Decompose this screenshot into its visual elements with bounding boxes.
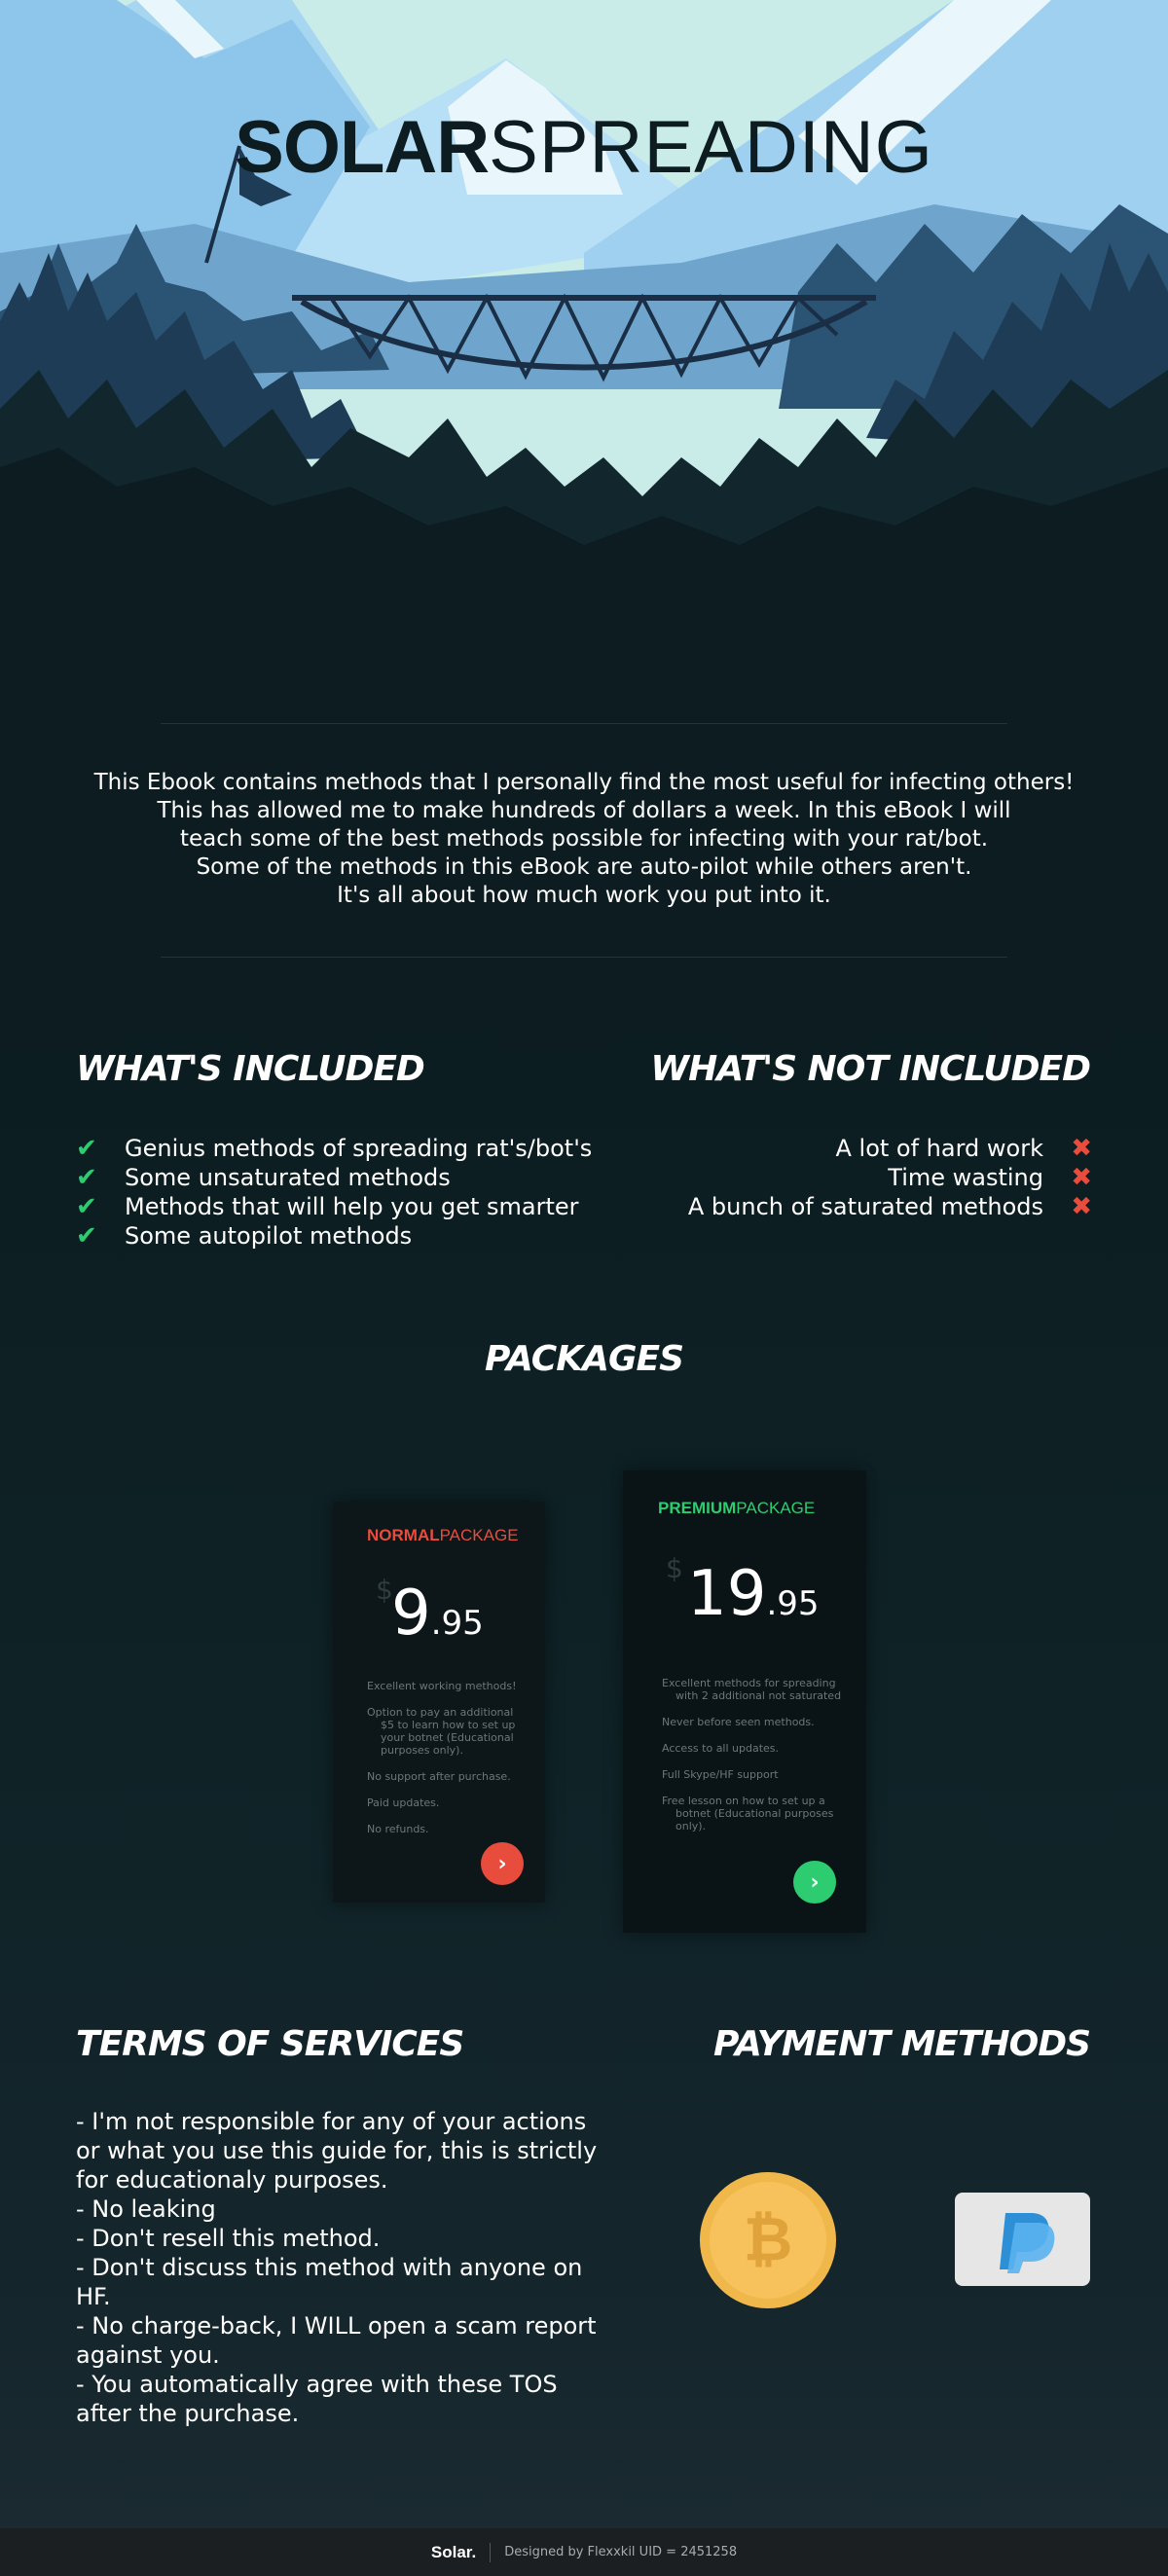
cross-icon: ✖ xyxy=(1071,1192,1092,1221)
tos-line: - I'm not responsible for any of your ac… xyxy=(76,2108,598,2194)
premium-feature-list: Excellent methods for spreading with 2 a… xyxy=(662,1677,857,1846)
paypal-logo xyxy=(999,2213,1054,2273)
premium-title-bold: PREMIUM xyxy=(658,1499,737,1517)
list-item-label: A bunch of saturated methods xyxy=(687,1193,1043,1220)
tos-line: - No charge-back, I WILL open a scam rep… xyxy=(76,2312,597,2369)
currency-symbol: $ xyxy=(376,1574,393,1606)
normal-package-card: NORMALPACKAGE $9.95 Excellent working me… xyxy=(333,1502,545,1903)
packages-heading: PACKAGES xyxy=(484,1339,684,1379)
feature-item: Excellent methods for spreading with 2 a… xyxy=(662,1677,842,1702)
intro-text: This Ebook contains methods that I perso… xyxy=(0,769,1168,910)
payment-heading: PAYMENT METHODS xyxy=(712,2024,1091,2064)
bitcoin-icon[interactable]: ₿ xyxy=(700,2172,836,2308)
premium-title-thin: PACKAGE xyxy=(736,1499,816,1517)
normal-price: $9.95 xyxy=(376,1574,484,1650)
list-item-label: Time wasting xyxy=(888,1164,1043,1191)
feature-item: Never before seen methods. xyxy=(662,1716,815,1728)
check-icon: ✔ xyxy=(76,1163,97,1192)
intro-line: Some of the methods in this eBook are au… xyxy=(196,854,972,880)
currency-symbol: $ xyxy=(666,1552,683,1584)
normal-title-thin: PACKAGE xyxy=(439,1526,519,1544)
check-icon: ✔ xyxy=(76,1134,97,1163)
tos-line: - You automatically agree with these TOS… xyxy=(76,2371,558,2427)
intro-line: This Ebook contains methods that I perso… xyxy=(93,770,1075,795)
intro-line: It's all about how much work you put int… xyxy=(337,883,831,908)
hero-banner: SOLARSPREADING xyxy=(0,0,1168,623)
not-included-heading: WHAT'S NOT INCLUDED xyxy=(650,1049,1091,1089)
list-item: A lot of hard work ✖ xyxy=(508,1134,1092,1163)
not-included-list: A lot of hard work ✖ Time wasting ✖ A bunc… xyxy=(508,1134,1092,1221)
chevron-right-icon: › xyxy=(810,1869,820,1895)
list-item: A bunch of saturated methods ✖ xyxy=(508,1192,1092,1221)
feature-item: Option to pay an additional $5 to learn … xyxy=(367,1706,516,1757)
price-cents: .95 xyxy=(766,1584,820,1623)
tos-line: - No leaking xyxy=(76,2195,216,2223)
feature-item: Paid updates. xyxy=(367,1796,440,1809)
cross-icon: ✖ xyxy=(1071,1163,1092,1192)
feature-item: Access to all updates. xyxy=(662,1742,780,1755)
list-item-label: Some unsaturated methods xyxy=(125,1164,451,1191)
tos-line: - Don't discuss this method with anyone … xyxy=(76,2254,583,2310)
list-item-label: A lot of hard work xyxy=(835,1135,1043,1162)
check-icon: ✔ xyxy=(76,1221,97,1251)
normal-title-bold: NORMAL xyxy=(367,1526,440,1544)
logo-bold-text: SOLAR xyxy=(235,106,490,189)
tos-line: - Don't resell this method. xyxy=(76,2225,381,2252)
divider-bottom xyxy=(161,957,1007,958)
footer: Solar. Designed by Flexxkil UID = 245125… xyxy=(0,2528,1168,2576)
price-whole: 19 xyxy=(687,1558,767,1630)
premium-package-card: PREMIUMPACKAGE $19.95 Excellent methods … xyxy=(623,1470,866,1933)
price-whole: 9 xyxy=(391,1578,431,1650)
intro-line: teach some of the best methods possible … xyxy=(179,826,989,852)
included-heading: WHAT'S INCLUDED xyxy=(76,1049,425,1089)
normal-buy-button[interactable]: › xyxy=(481,1842,524,1885)
premium-package-title: PREMIUMPACKAGE xyxy=(658,1499,815,1518)
feature-item: Full Skype/HF support xyxy=(662,1768,779,1781)
feature-item: No refunds. xyxy=(367,1823,429,1835)
logo-thin-text: SPREADING xyxy=(489,106,933,189)
chevron-right-icon: › xyxy=(497,1851,507,1876)
intro-line: This has allowed me to make hundreds of … xyxy=(157,798,1011,823)
tos-heading: TERMS OF SERVICES xyxy=(76,2024,464,2064)
footer-separator xyxy=(490,2542,492,2562)
bitcoin-symbol: ₿ xyxy=(744,2203,793,2274)
site-logo: SOLARSPREADING xyxy=(0,105,1168,190)
divider-top xyxy=(161,723,1007,724)
list-item: ✔ Some autopilot methods xyxy=(76,1221,592,1251)
page: SOLARSPREADING This Ebook contains metho… xyxy=(0,0,1168,2576)
price-cents: .95 xyxy=(430,1604,484,1643)
paypal-icon[interactable] xyxy=(955,2193,1090,2286)
check-icon: ✔ xyxy=(76,1192,97,1221)
tos-text: - I'm not responsible for any of your ac… xyxy=(76,2107,602,2428)
feature-item: Free lesson on how to set up a botnet (E… xyxy=(662,1795,834,1832)
feature-item: No support after purchase. xyxy=(367,1770,511,1783)
list-item-label: Some autopilot methods xyxy=(125,1222,413,1250)
premium-buy-button[interactable]: › xyxy=(793,1861,836,1904)
premium-price: $19.95 xyxy=(666,1552,820,1630)
normal-feature-list: Excellent working methods! Option to pay… xyxy=(367,1680,523,1849)
feature-item: Excellent working methods! xyxy=(367,1680,517,1692)
footer-brand: Solar. xyxy=(430,2542,477,2561)
mountain-landscape-illustration xyxy=(0,0,1168,623)
svg-text:₿: ₿ xyxy=(744,2203,793,2274)
list-item: Time wasting ✖ xyxy=(508,1163,1092,1192)
cross-icon: ✖ xyxy=(1071,1134,1092,1163)
normal-package-title: NORMALPACKAGE xyxy=(367,1526,519,1545)
footer-credit: Designed by Flexxkil UID = 2451258 xyxy=(504,2545,738,2559)
